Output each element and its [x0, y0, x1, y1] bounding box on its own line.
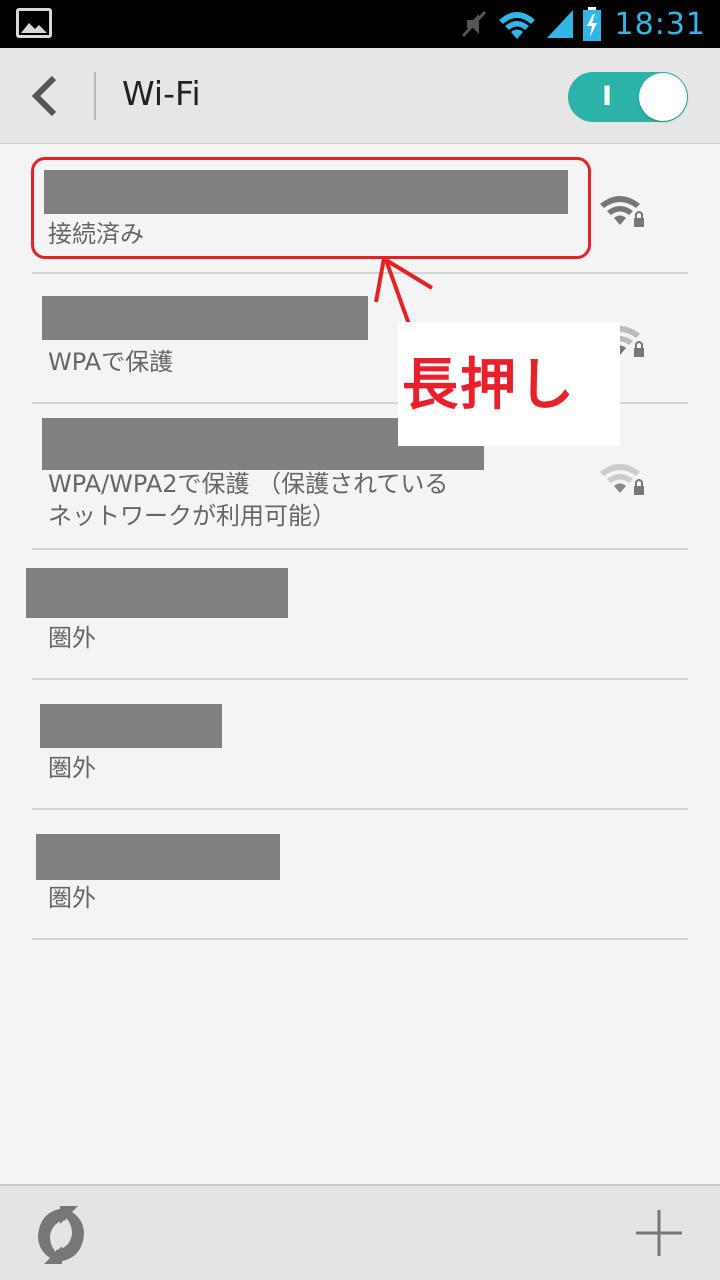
network-status: WPA/WPA2で保護 （保護されている ネットワークが利用可能）: [48, 470, 449, 530]
network-status: 圏外: [48, 754, 96, 782]
wifi-icon: [498, 12, 535, 39]
cell-signal-icon: [546, 10, 573, 38]
ssid-redacted: [40, 704, 222, 748]
action-bar: Wi-Fi I: [0, 48, 720, 144]
add-icon: [636, 1210, 682, 1256]
bottom-bar: [0, 1184, 720, 1280]
wifi-toggle[interactable]: I: [568, 72, 688, 122]
ssid-redacted: [42, 296, 368, 340]
ssid-redacted: [26, 568, 288, 618]
add-network-button[interactable]: [632, 1206, 686, 1260]
status-time: 18:31: [614, 6, 706, 42]
refresh-button[interactable]: [26, 1200, 96, 1270]
page-title: Wi-Fi: [122, 74, 201, 113]
annotation-text: 長押し: [402, 353, 576, 418]
refresh-icon: [38, 1206, 84, 1264]
wifi-lock-icon: [600, 196, 644, 227]
network-item-4[interactable]: 圏外: [26, 550, 688, 680]
network-status: 圏外: [48, 884, 96, 912]
divider: [94, 72, 96, 120]
back-button[interactable]: [18, 68, 74, 124]
ssid-redacted: [36, 834, 280, 880]
toggle-knob: [639, 73, 687, 121]
network-item-6[interactable]: 圏外: [32, 810, 688, 940]
toggle-label: I: [602, 81, 613, 112]
status-bar: 18:31: [0, 0, 720, 48]
highlight-frame: [31, 157, 591, 259]
chevron-left-icon: [31, 75, 57, 117]
battery-charging-icon: [582, 7, 601, 41]
network-item-5[interactable]: 圏外: [32, 680, 688, 810]
network-status: WPAで保護: [48, 348, 174, 376]
wifi-lock-icon: [600, 464, 644, 495]
gallery-icon: [16, 8, 52, 38]
mute-icon: [461, 10, 486, 38]
network-status: 圏外: [48, 624, 96, 652]
